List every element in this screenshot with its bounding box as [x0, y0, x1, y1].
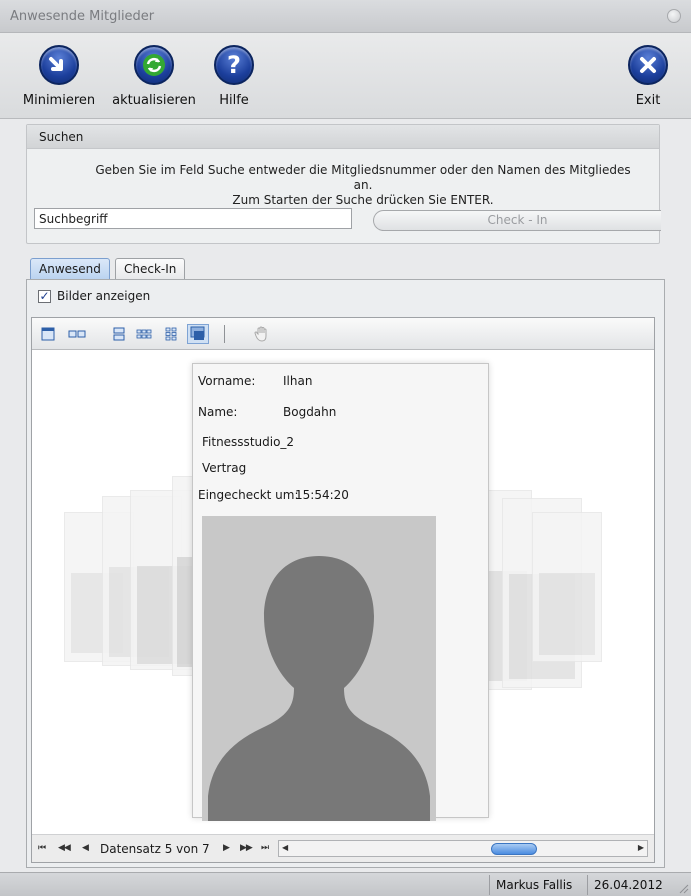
horizontal-scrollbar[interactable]: ◀ ▶ [278, 840, 648, 857]
exit-button[interactable]: Exit [628, 45, 668, 108]
member-photo-placeholder [202, 516, 436, 821]
vorname-value: Ilhan [283, 374, 313, 388]
refresh-icon [134, 45, 174, 85]
arrow-down-right-icon [39, 45, 79, 85]
exit-label: Exit [635, 93, 661, 108]
scroll-left-icon[interactable]: ◀ [282, 843, 288, 852]
search-hint-line1: Geben Sie im Feld Suche entweder die Mit… [95, 163, 631, 192]
person-silhouette-icon [202, 516, 436, 821]
search-hint-line2: Zum Starten der Suche drücken Sie ENTER. [232, 193, 494, 207]
tab-check-in[interactable]: Check-In [115, 258, 186, 281]
toolbar: Minimieren aktualisieren ? Hilfe Exit [0, 33, 691, 119]
member-card[interactable]: Vorname: Ilhan Name: Bogdahn Fitnessstud… [192, 363, 489, 821]
last-record-icon[interactable]: ⏭ [261, 843, 269, 853]
refresh-button[interactable]: aktualisieren [112, 45, 196, 108]
two-row-view-icon[interactable] [112, 327, 126, 341]
resize-grip-icon[interactable] [677, 882, 689, 894]
carousel-view-icon[interactable] [187, 324, 209, 344]
search-hint: Geben Sie im Feld Suche entweder die Mit… [27, 149, 659, 208]
minimize-button[interactable]: Minimieren [19, 45, 99, 108]
name-label: Name: [198, 405, 238, 419]
checkin-button[interactable]: Check - In [373, 210, 661, 231]
record-position: Datensatz 5 von 7 [100, 842, 210, 856]
previous-record-icon[interactable]: ◀ [82, 843, 89, 853]
tab-anwesend[interactable]: Anwesend [30, 258, 110, 281]
window-title: Anwesende Mitglieder [10, 9, 155, 24]
search-input[interactable] [34, 208, 352, 229]
carousel-card-ghost [532, 512, 602, 662]
search-panel: Suchen Geben Sie im Feld Suche entweder … [26, 124, 661, 244]
checkmark-icon: ✓ [38, 288, 51, 303]
pan-hand-icon[interactable] [253, 325, 271, 343]
close-icon [628, 45, 668, 85]
next-page-icon[interactable]: ▶▶ [240, 843, 253, 853]
first-record-icon[interactable]: ⏮ [38, 843, 46, 853]
vorname-label: Vorname: [198, 374, 256, 388]
view-toolbar [32, 318, 654, 350]
single-card-view-icon[interactable] [41, 327, 55, 341]
help-label: Hilfe [219, 93, 249, 108]
studio-value: Fitnessstudio_2 [202, 435, 295, 449]
two-column-view-icon[interactable] [68, 327, 86, 341]
grid-view-icon[interactable] [136, 327, 152, 341]
record-navigator: ⏮ ◀◀ ◀ Datensatz 5 von 7 ▶ ▶▶ ⏭ ◀ ▶ [32, 834, 654, 862]
scroll-right-icon[interactable]: ▶ [638, 843, 644, 852]
checkin-time-label: Eingecheckt um: [198, 488, 299, 502]
show-images-checkbox[interactable]: ✓ Bilder anzeigen [38, 289, 150, 303]
toolbar-separator [224, 325, 225, 343]
help-button[interactable]: ? Hilfe [214, 45, 254, 108]
question-icon: ? [214, 45, 254, 85]
next-record-icon[interactable]: ▶ [223, 843, 230, 853]
search-header: Suchen [27, 125, 659, 149]
status-date: 26.04.2012 [587, 875, 669, 895]
window-control-icon[interactable] [667, 9, 681, 23]
card-viewer[interactable]: Vorname: Ilhan Name: Bogdahn Fitnessstud… [31, 317, 655, 863]
minimize-label: Minimieren [22, 93, 96, 108]
refresh-label: aktualisieren [112, 93, 196, 108]
title-bar: Anwesende Mitglieder [0, 0, 691, 33]
status-user: Markus Fallis [489, 875, 578, 895]
contract-value: Vertrag [202, 461, 247, 475]
name-value: Bogdahn [283, 405, 337, 419]
previous-page-icon[interactable]: ◀◀ [58, 843, 71, 853]
checkin-time-value: 15:54:20 [295, 488, 349, 502]
scrollbar-thumb[interactable] [491, 843, 537, 855]
status-bar: Markus Fallis 26.04.2012 [0, 872, 691, 896]
column-grid-view-icon[interactable] [164, 327, 178, 341]
show-images-label: Bilder anzeigen [57, 289, 151, 303]
